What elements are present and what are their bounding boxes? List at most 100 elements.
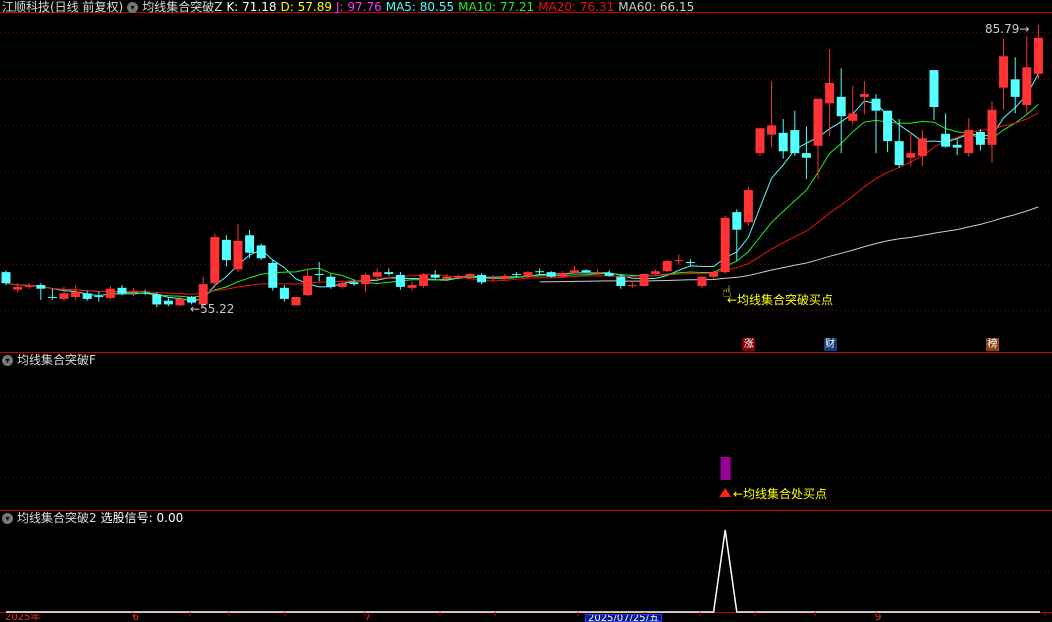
buy-triangle-icon: [719, 488, 732, 497]
candle-up: [442, 276, 452, 279]
candle-up: [337, 283, 347, 287]
candle-up: [291, 297, 301, 306]
indicator-menu-icon[interactable]: ▾: [2, 354, 13, 366]
candle-down: [801, 153, 811, 158]
candle-up: [674, 260, 684, 262]
candle-up: [662, 261, 672, 272]
axis-date-label: 7: [364, 614, 371, 622]
candle-up: [465, 273, 475, 277]
candle-up: [453, 275, 463, 278]
candle-up: [488, 277, 498, 279]
candle-down: [1, 272, 11, 284]
main-panel-header: 江顺科技(日线 前复权) ▾ 均线集合突破Z K: 71.18 D: 57.89…: [2, 0, 694, 14]
candle-down: [477, 274, 487, 283]
candle-up: [999, 56, 1009, 88]
panel2-header: ▾ 均线集合突破F: [2, 353, 96, 367]
indicator-name[interactable]: 均线集合突破Z: [142, 0, 222, 14]
candle-up: [24, 285, 34, 287]
candle-up: [105, 288, 115, 298]
candle-down: [430, 274, 440, 278]
panel3-header: ▾ 均线集合突破2 选股信号: 0.00: [2, 511, 183, 525]
candle-up: [709, 272, 719, 277]
candle-down: [256, 245, 266, 259]
candle-down: [395, 274, 405, 287]
candle-up: [651, 271, 661, 274]
d-value: D: 57.89: [280, 0, 332, 14]
candle-down: [47, 297, 57, 299]
candle-up: [964, 130, 974, 154]
buy-point-label: ←均线集合突破买点: [727, 293, 834, 307]
candle-down: [1010, 79, 1020, 97]
candle-up: [569, 270, 579, 274]
j-value: J: 97.76: [335, 0, 382, 14]
candle-down: [546, 272, 556, 277]
candle-up: [59, 293, 69, 299]
candle-down: [163, 300, 173, 305]
ma5-line: [5, 73, 1039, 302]
candle-down: [245, 235, 255, 253]
candle-up: [755, 128, 765, 154]
candle-up: [627, 285, 637, 287]
candle-up: [419, 274, 429, 286]
candle-up: [639, 273, 649, 286]
candle-up: [917, 138, 927, 156]
candle-down: [94, 296, 104, 298]
axis-date-label: 9: [875, 614, 882, 622]
ma20-value: MA20: 76.31: [538, 0, 615, 14]
candle-down: [82, 293, 92, 299]
candle-up: [13, 286, 23, 290]
ma10-value: MA10: 77.21: [458, 0, 535, 14]
indicator-menu-icon[interactable]: ▾: [127, 1, 139, 13]
candle-down: [616, 276, 626, 286]
candle-up: [825, 83, 835, 104]
candle-down: [268, 262, 278, 288]
candle-up: [372, 272, 382, 277]
candle-up: [593, 272, 603, 274]
candle-up: [987, 109, 997, 145]
candle-down: [778, 132, 788, 152]
candle-up: [233, 240, 243, 270]
candle-down: [314, 273, 324, 275]
high-price-label: 85.79→: [985, 22, 1030, 36]
candle-down: [140, 292, 150, 294]
panel2-buy-label: ←均线集合处买点: [733, 487, 828, 501]
indicator-menu-icon[interactable]: ▾: [2, 512, 13, 524]
candle-down: [929, 70, 939, 108]
candle-up: [129, 291, 139, 293]
candle-up: [71, 291, 81, 298]
panel3-title[interactable]: 均线集合突破2: [17, 511, 97, 525]
candle-down: [952, 144, 962, 148]
candle-up: [558, 273, 568, 277]
panel3-value: 选股信号: 0.00: [100, 511, 184, 525]
candle-down: [384, 272, 394, 274]
event-badge[interactable]: 涨: [742, 338, 756, 351]
candle-down: [511, 273, 521, 275]
signal-bar: [720, 457, 731, 480]
candle-down: [152, 294, 162, 305]
candle-up: [175, 298, 185, 306]
axis-date-label: 2025年: [5, 614, 41, 622]
candle-up: [407, 285, 417, 288]
ma5-value: MA5: 80.55: [385, 0, 455, 14]
candle-down: [732, 212, 742, 230]
stock-title: 江顺科技(日线 前复权): [2, 0, 124, 14]
candle-down: [685, 261, 695, 263]
ma60-value: MA60: 66.15: [618, 0, 695, 14]
k-value: K: 71.18: [226, 0, 277, 14]
chart-canvas[interactable]: [0, 0, 1052, 622]
event-badge[interactable]: 榜: [986, 338, 999, 351]
candle-down: [604, 273, 614, 276]
candle-down: [941, 133, 951, 147]
candle-down: [349, 282, 359, 285]
candle-up: [210, 237, 220, 284]
candle-up: [1033, 37, 1043, 74]
candle-down: [221, 239, 231, 261]
candle-down: [326, 276, 336, 287]
candle-down: [279, 287, 289, 299]
panel2-title[interactable]: 均线集合突破F: [17, 353, 96, 367]
candle-down: [883, 110, 893, 142]
candle-down: [117, 287, 127, 294]
event-badge[interactable]: 财: [823, 338, 837, 351]
candle-up: [523, 272, 533, 277]
axis-date-label: 2025/07/25/五: [585, 614, 663, 622]
